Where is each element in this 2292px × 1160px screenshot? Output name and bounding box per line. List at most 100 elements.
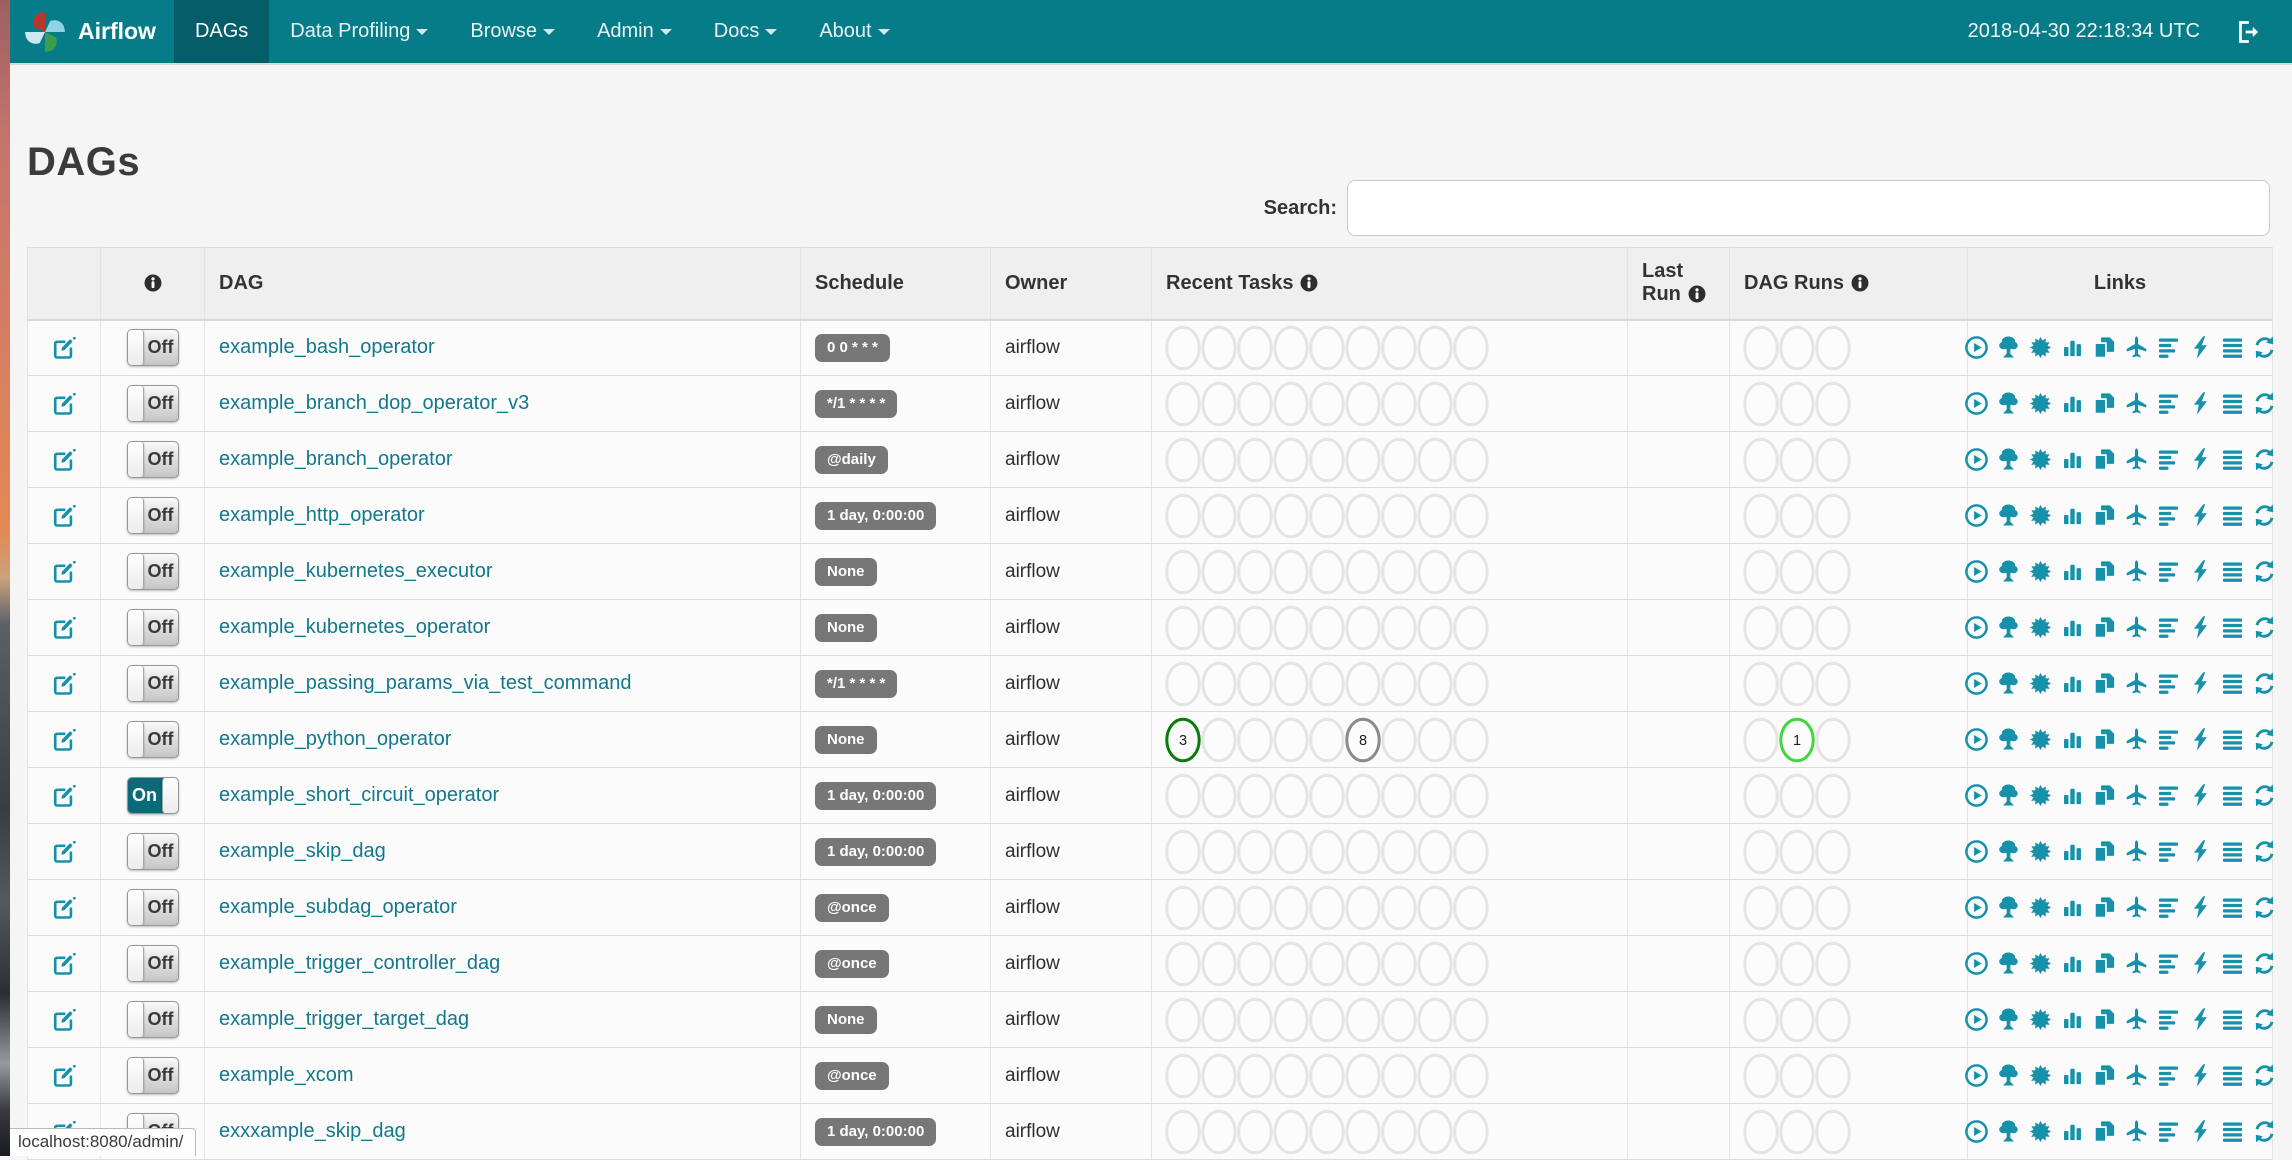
dag-runs-status[interactable]	[1742, 323, 1854, 373]
tree-view-icon[interactable]	[1996, 335, 2021, 360]
landing-times-icon[interactable]	[2124, 1063, 2149, 1088]
dag-pause-toggle[interactable]: Off	[126, 553, 179, 590]
trigger-dag-icon[interactable]	[1964, 447, 1989, 472]
dag-link[interactable]: example_trigger_controller_dag	[219, 952, 500, 974]
tree-view-icon[interactable]	[1996, 1119, 2021, 1144]
trigger-dag-icon[interactable]	[1964, 335, 1989, 360]
edit-dag-icon[interactable]	[52, 839, 78, 864]
trigger-dag-icon[interactable]	[1964, 951, 1989, 976]
schedule-badge[interactable]: None	[815, 725, 877, 754]
tree-view-icon[interactable]	[1996, 503, 2021, 528]
tree-view-icon[interactable]	[1996, 615, 2021, 640]
logout-icon[interactable]	[2234, 18, 2262, 46]
trigger-dag-icon[interactable]	[1964, 1063, 1989, 1088]
gantt-view-icon[interactable]	[2156, 447, 2181, 472]
trigger-dag-icon[interactable]	[1964, 895, 1989, 920]
refresh-dag-icon[interactable]	[2252, 783, 2277, 808]
dag-pause-toggle[interactable]: Off	[126, 665, 179, 702]
code-view-icon[interactable]	[2188, 783, 2213, 808]
task-tries-icon[interactable]	[2092, 1063, 2117, 1088]
graph-view-icon[interactable]	[2028, 1063, 2053, 1088]
dag-details-icon[interactable]	[2220, 447, 2245, 472]
refresh-dag-icon[interactable]	[2252, 391, 2277, 416]
tree-view-icon[interactable]	[1996, 839, 2021, 864]
graph-view-icon[interactable]	[2028, 727, 2053, 752]
edit-dag-icon[interactable]	[52, 503, 78, 528]
task-tries-icon[interactable]	[2092, 1007, 2117, 1032]
task-duration-icon[interactable]	[2060, 559, 2085, 584]
graph-view-icon[interactable]	[2028, 895, 2053, 920]
schedule-badge[interactable]: 0 0 * * *	[815, 333, 890, 362]
dag-link[interactable]: example_branch_dop_operator_v3	[219, 392, 529, 414]
dag-runs-status[interactable]	[1742, 435, 1854, 485]
edit-dag-icon[interactable]	[52, 1063, 78, 1088]
graph-view-icon[interactable]	[2028, 1119, 2053, 1144]
tree-view-icon[interactable]	[1996, 1063, 2021, 1088]
tree-view-icon[interactable]	[1996, 391, 2021, 416]
graph-view-icon[interactable]	[2028, 335, 2053, 360]
graph-view-icon[interactable]	[2028, 615, 2053, 640]
task-tries-icon[interactable]	[2092, 839, 2117, 864]
dag-details-icon[interactable]	[2220, 503, 2245, 528]
schedule-badge[interactable]: 1 day, 0:00:00	[815, 1117, 937, 1146]
trigger-dag-icon[interactable]	[1964, 615, 1989, 640]
code-view-icon[interactable]	[2188, 391, 2213, 416]
landing-times-icon[interactable]	[2124, 615, 2149, 640]
dag-details-icon[interactable]	[2220, 391, 2245, 416]
landing-times-icon[interactable]	[2124, 1119, 2149, 1144]
gantt-view-icon[interactable]	[2156, 1063, 2181, 1088]
info-icon[interactable]	[1850, 273, 1870, 293]
refresh-dag-icon[interactable]	[2252, 727, 2277, 752]
dag-runs-status[interactable]	[1742, 603, 1854, 653]
task-duration-icon[interactable]	[2060, 447, 2085, 472]
refresh-dag-icon[interactable]	[2252, 615, 2277, 640]
landing-times-icon[interactable]	[2124, 559, 2149, 584]
dag-details-icon[interactable]	[2220, 839, 2245, 864]
gantt-view-icon[interactable]	[2156, 839, 2181, 864]
code-view-icon[interactable]	[2188, 447, 2213, 472]
refresh-dag-icon[interactable]	[2252, 951, 2277, 976]
edit-dag-icon[interactable]	[52, 447, 78, 472]
dag-runs-status[interactable]	[1742, 491, 1854, 541]
gantt-view-icon[interactable]	[2156, 671, 2181, 696]
task-duration-icon[interactable]	[2060, 839, 2085, 864]
task-duration-icon[interactable]	[2060, 1007, 2085, 1032]
refresh-dag-icon[interactable]	[2252, 335, 2277, 361]
landing-times-icon[interactable]	[2124, 503, 2149, 528]
col-dag[interactable]: DAG	[204, 247, 801, 321]
dag-details-icon[interactable]	[2220, 783, 2245, 808]
task-duration-icon[interactable]	[2060, 1119, 2085, 1144]
edit-dag-icon[interactable]	[52, 671, 78, 696]
gantt-view-icon[interactable]	[2156, 1007, 2181, 1032]
dag-pause-toggle[interactable]: Off	[126, 945, 179, 982]
tree-view-icon[interactable]	[1996, 783, 2021, 808]
task-duration-icon[interactable]	[2060, 783, 2085, 808]
dag-runs-status[interactable]	[1742, 939, 1854, 989]
task-tries-icon[interactable]	[2092, 951, 2117, 976]
refresh-dag-icon[interactable]	[2252, 1063, 2277, 1088]
recent-tasks-status[interactable]	[1164, 1107, 1492, 1157]
tree-view-icon[interactable]	[1996, 671, 2021, 696]
schedule-badge[interactable]: */1 * * * *	[815, 389, 898, 418]
task-tries-icon[interactable]	[2092, 895, 2117, 920]
task-duration-icon[interactable]	[2060, 391, 2085, 416]
task-duration-icon[interactable]	[2060, 951, 2085, 976]
col-schedule[interactable]: Schedule	[800, 247, 991, 321]
dag-details-icon[interactable]	[2220, 335, 2245, 360]
code-view-icon[interactable]	[2188, 671, 2213, 696]
task-tries-icon[interactable]	[2092, 671, 2117, 696]
tree-view-icon[interactable]	[1996, 1007, 2021, 1032]
dag-link[interactable]: exxxample_skip_dag	[219, 1120, 406, 1142]
dag-runs-status[interactable]	[1742, 547, 1854, 597]
code-view-icon[interactable]	[2188, 335, 2213, 360]
graph-view-icon[interactable]	[2028, 839, 2053, 864]
dag-pause-toggle[interactable]: Off	[126, 833, 179, 870]
landing-times-icon[interactable]	[2124, 951, 2149, 976]
code-view-icon[interactable]	[2188, 1007, 2213, 1032]
gantt-view-icon[interactable]	[2156, 615, 2181, 640]
schedule-badge[interactable]: 1 day, 0:00:00	[815, 501, 937, 530]
code-view-icon[interactable]	[2188, 1063, 2213, 1088]
trigger-dag-icon[interactable]	[1964, 783, 1989, 808]
dag-link[interactable]: example_passing_params_via_test_command	[219, 672, 631, 694]
nav-item-about[interactable]: About	[798, 0, 910, 63]
